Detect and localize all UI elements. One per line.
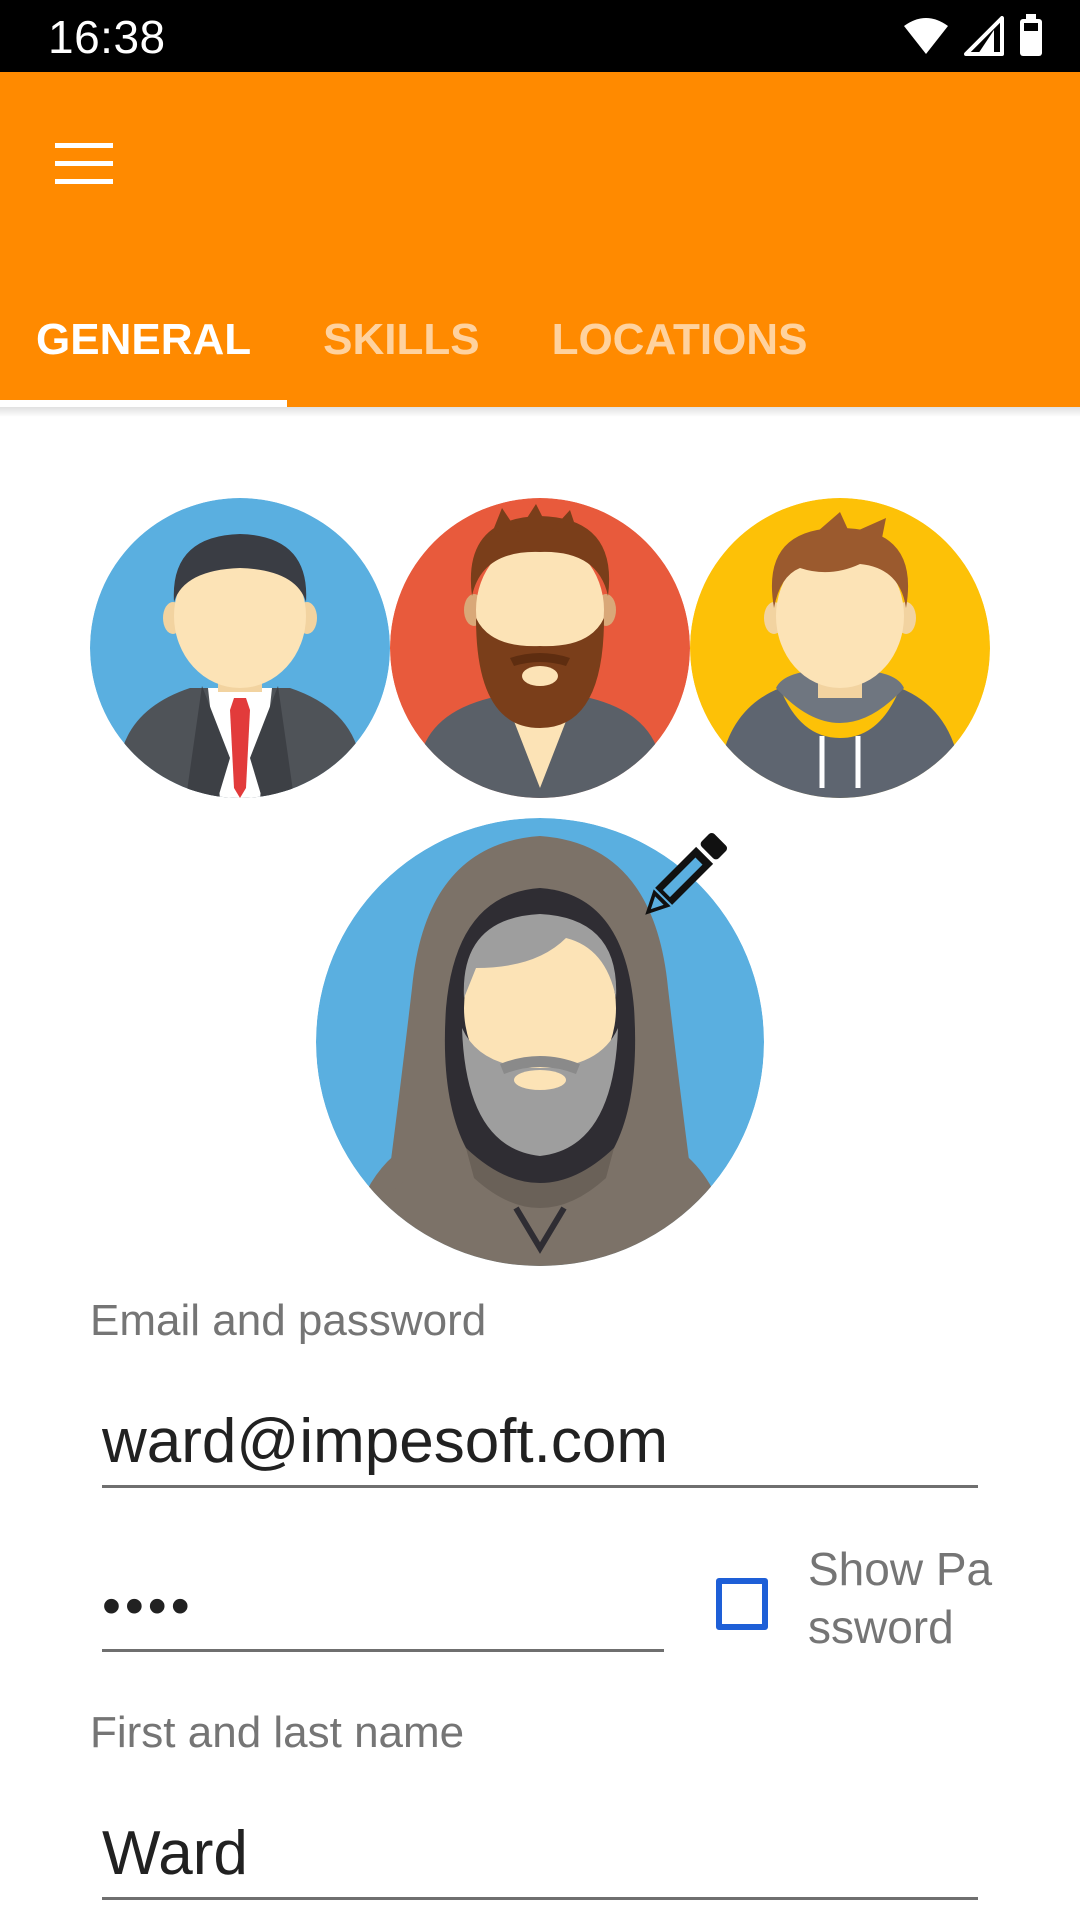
- bearded-man-avatar[interactable]: [390, 498, 690, 798]
- status-time: 16:38: [48, 11, 166, 63]
- show-password-checkbox[interactable]: [716, 1578, 768, 1630]
- businessman-avatar[interactable]: [90, 498, 390, 798]
- tab-shadow: [0, 407, 1080, 417]
- hamburger-menu-icon[interactable]: [40, 120, 128, 208]
- status-bar: 16:38: [0, 0, 1080, 72]
- email-field[interactable]: [102, 1398, 978, 1488]
- tab-bar: GENERAL SKILLS LOCATIONS: [0, 272, 843, 407]
- hoodie-man-avatar[interactable]: [690, 498, 990, 798]
- name-section-label: First and last name: [90, 1708, 465, 1757]
- pencil-icon[interactable]: [630, 826, 734, 930]
- battery-icon: [1020, 14, 1042, 56]
- status-icons: [902, 14, 1044, 58]
- first-name-field[interactable]: [102, 1810, 978, 1900]
- tab-skills[interactable]: SKILLS: [287, 272, 515, 407]
- cell-signal-icon: [964, 16, 1004, 56]
- show-password-label[interactable]: Show Password: [808, 1540, 1008, 1656]
- email-password-section-label: Email and password: [90, 1296, 487, 1345]
- app-bar: GENERAL SKILLS LOCATIONS: [0, 72, 1080, 407]
- tab-locations[interactable]: LOCATIONS: [516, 272, 844, 407]
- password-field[interactable]: [102, 1562, 664, 1652]
- screen: 16:38 GENERAL SKILLS LOCATIONS Email and…: [0, 0, 1080, 1920]
- wifi-icon: [904, 18, 948, 54]
- tab-general[interactable]: GENERAL: [0, 272, 288, 407]
